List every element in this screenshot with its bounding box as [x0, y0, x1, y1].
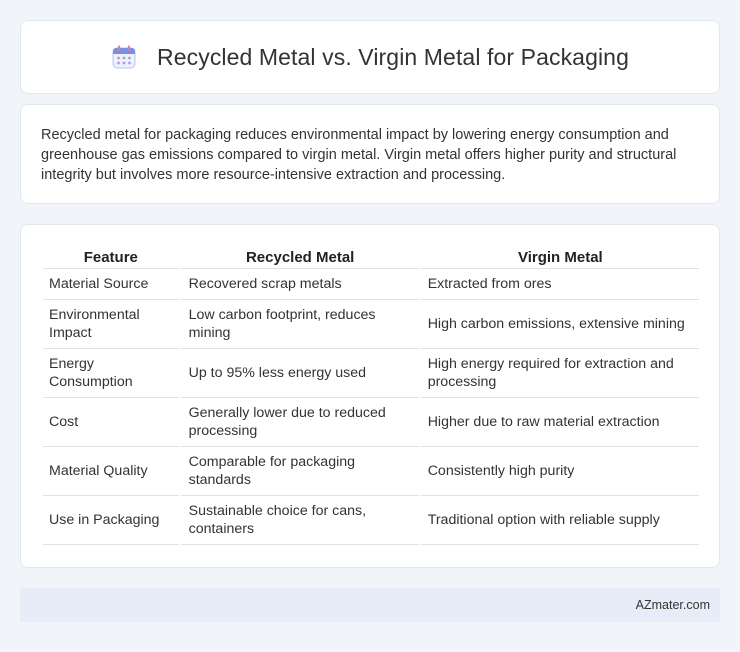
header-feature: Feature [43, 245, 179, 269]
row-feature: Use in Packaging [43, 496, 179, 545]
table-row: Environmental Impact Low carbon footprin… [43, 300, 699, 349]
row-recycled-value: Recovered scrap metals [178, 269, 418, 300]
row-feature: Material Source [43, 269, 179, 300]
footer-brand-link[interactable]: AZmater.com [636, 598, 710, 612]
page-title: Recycled Metal vs. Virgin Metal for Pack… [157, 43, 629, 70]
footer-bar: AZmater.com [20, 588, 720, 622]
table-row: Material Source Recovered scrap metals E… [43, 269, 699, 300]
summary-card: Recycled metal for packaging reduces env… [20, 104, 720, 204]
row-virgin-value: Traditional option with reliable supply [417, 496, 699, 545]
table-row: Energy Consumption Up to 95% less energy… [43, 349, 699, 398]
row-recycled-value: Low carbon footprint, reduces mining [178, 300, 418, 349]
row-feature: Environmental Impact [43, 300, 179, 349]
row-feature: Energy Consumption [43, 349, 179, 398]
title-card: Recycled Metal vs. Virgin Metal for Pack… [20, 20, 720, 94]
row-virgin-value: High carbon emissions, extensive mining [417, 300, 699, 349]
table-header-row: Feature Recycled Metal Virgin Metal [43, 245, 699, 269]
row-virgin-value: Consistently high purity [417, 447, 699, 496]
comparison-table: Feature Recycled Metal Virgin Metal Mate… [43, 245, 699, 545]
table-row: Cost Generally lower due to reduced proc… [43, 398, 699, 447]
comparison-table-card: Feature Recycled Metal Virgin Metal Mate… [20, 224, 720, 568]
row-recycled-value: Up to 95% less energy used [178, 349, 418, 398]
row-virgin-value: High energy required for extraction and … [417, 349, 699, 398]
table-row: Use in Packaging Sustainable choice for … [43, 496, 699, 545]
row-recycled-value: Generally lower due to reduced processin… [178, 398, 418, 447]
row-feature: Material Quality [43, 447, 179, 496]
header-virgin-metal: Virgin Metal [417, 245, 699, 269]
header-recycled-metal: Recycled Metal [178, 245, 418, 269]
row-feature: Cost [43, 398, 179, 447]
row-virgin-value: Higher due to raw material extraction [417, 398, 699, 447]
row-recycled-value: Comparable for packaging standards [178, 447, 418, 496]
row-virgin-value: Extracted from ores [417, 269, 699, 300]
table-row: Material Quality Comparable for packagin… [43, 447, 699, 496]
row-recycled-value: Sustainable choice for cans, containers [178, 496, 418, 545]
summary-text: Recycled metal for packaging reduces env… [41, 127, 677, 183]
calendar-icon [111, 44, 137, 70]
